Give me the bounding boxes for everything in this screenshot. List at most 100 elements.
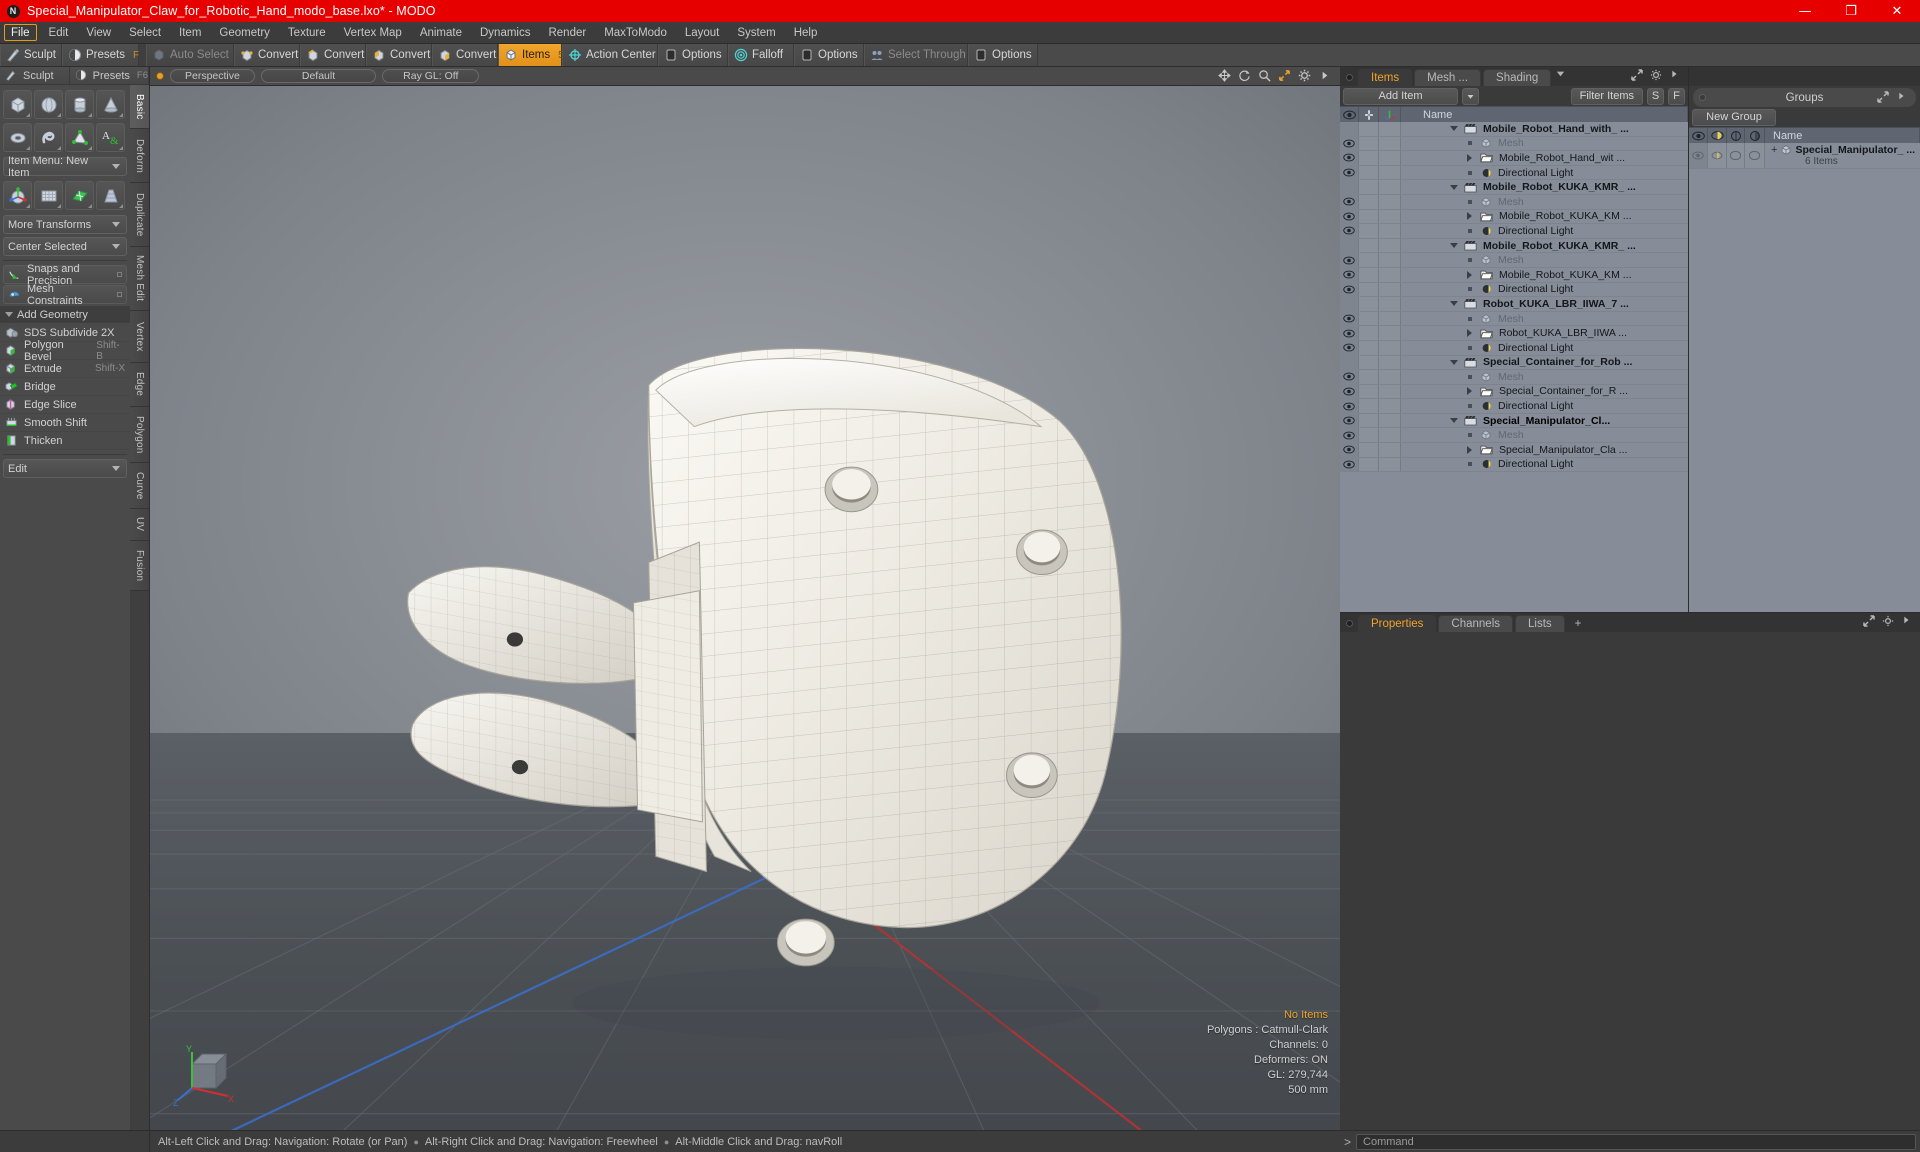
- expand-icon[interactable]: [1863, 615, 1877, 629]
- toolbar-auto-select[interactable]: Auto Select: [146, 44, 234, 66]
- toolbar-items[interactable]: Items 5: [498, 44, 564, 66]
- toolbar-options-3[interactable]: Options: [968, 44, 1038, 66]
- menu-layout[interactable]: Layout: [676, 22, 729, 43]
- add-item-button[interactable]: Add Item: [1343, 87, 1458, 105]
- chevron-right-icon[interactable]: [1669, 69, 1683, 83]
- row-axis-cell[interactable]: [1379, 194, 1401, 209]
- menu-animate[interactable]: Animate: [411, 22, 471, 43]
- menu-render[interactable]: Render: [539, 22, 595, 43]
- row-lock-cell[interactable]: [1359, 399, 1379, 413]
- row-axis-cell[interactable]: [1379, 355, 1401, 370]
- viewport-menu-dot[interactable]: [156, 72, 164, 80]
- items-tree-row[interactable]: Directional Light: [1340, 282, 1688, 298]
- row-visibility-eye-icon[interactable]: [1340, 443, 1359, 457]
- menu-system[interactable]: System: [728, 22, 784, 43]
- row-name-cell[interactable]: Directional Light: [1401, 225, 1688, 237]
- row-visibility-eye-icon[interactable]: [1340, 282, 1359, 297]
- row-visibility-eye-icon[interactable]: [1340, 136, 1359, 151]
- row-axis-cell[interactable]: [1379, 209, 1401, 224]
- menu-help[interactable]: Help: [785, 22, 827, 43]
- row-lock-cell[interactable]: [1359, 326, 1379, 340]
- row-visibility-eye-icon[interactable]: [1340, 238, 1359, 253]
- command-input[interactable]: Command: [1356, 1133, 1916, 1150]
- expand-plus-icon[interactable]: +: [1771, 144, 1777, 156]
- items-tree-row[interactable]: Robot_KUKA_LBR_IIWA_7 ...: [1340, 297, 1688, 312]
- row-name-cell[interactable]: Special_Container_for_Rob ...: [1401, 356, 1688, 368]
- row-visibility-eye-icon[interactable]: [1340, 297, 1359, 311]
- menu-texture[interactable]: Texture: [279, 22, 335, 43]
- menu-item[interactable]: Item: [170, 22, 210, 43]
- items-tree-row[interactable]: Mesh: [1340, 428, 1688, 444]
- chevron-right-icon[interactable]: [1465, 387, 1474, 396]
- row-name-cell[interactable]: Mobile_Robot_KUKA_KMR_ ...: [1401, 240, 1688, 252]
- row-axis-cell[interactable]: [1379, 443, 1401, 457]
- row-name-cell[interactable]: Directional Light: [1401, 458, 1688, 470]
- vtab-uv[interactable]: UV: [130, 509, 149, 541]
- row-axis-cell[interactable]: [1379, 122, 1401, 136]
- row-name-cell[interactable]: Mesh: [1401, 137, 1688, 149]
- chevron-down-icon[interactable]: [1449, 184, 1458, 190]
- row-lock-cell[interactable]: [1359, 355, 1379, 370]
- row-name-cell[interactable]: Mobile_Robot_Hand_wit ...: [1401, 152, 1688, 164]
- grid-array-icon[interactable]: [34, 181, 63, 210]
- row-lock-cell[interactable]: [1359, 370, 1379, 384]
- col-visibility[interactable]: [1340, 107, 1359, 122]
- spiral-primitive-icon[interactable]: [34, 123, 63, 152]
- row-axis-cell[interactable]: [1379, 151, 1401, 165]
- items-tree-row[interactable]: Mobile_Robot_KUKA_KM ...: [1340, 209, 1688, 225]
- row-lock-cell[interactable]: [1359, 136, 1379, 151]
- chevron-right-icon[interactable]: [1465, 270, 1474, 279]
- row-axis-cell[interactable]: [1379, 370, 1401, 384]
- expand-icon[interactable]: [1631, 69, 1645, 83]
- row-visibility-eye-icon[interactable]: [1340, 370, 1359, 384]
- tool-smooth-shift[interactable]: Smooth Shift: [0, 414, 130, 432]
- viewport-view-mode[interactable]: Perspective: [170, 69, 255, 83]
- row-visibility-eye-icon[interactable]: [1340, 384, 1359, 399]
- row-lock-cell[interactable]: [1359, 267, 1379, 282]
- chevron-right-icon[interactable]: [1896, 91, 1910, 105]
- items-tree-row[interactable]: Mobile_Robot_KUKA_KMR_ ...: [1340, 238, 1688, 254]
- left-presets-tab[interactable]: Presets F6: [69, 67, 149, 84]
- row-lock-cell[interactable]: [1359, 209, 1379, 224]
- mesh-constraints-options-square[interactable]: [117, 292, 122, 297]
- row-lock-cell[interactable]: [1359, 384, 1379, 399]
- chevron-right-icon[interactable]: [1901, 615, 1915, 629]
- transform-gizmo-icon[interactable]: [3, 181, 32, 210]
- chevron-right-icon[interactable]: [1465, 445, 1474, 454]
- gear-icon[interactable]: [1298, 69, 1312, 83]
- chevron-down-icon[interactable]: [1449, 126, 1458, 132]
- row-axis-cell[interactable]: [1379, 399, 1401, 413]
- toolbar-action-center[interactable]: Action Center: [562, 44, 658, 66]
- vtab-mesh-edit[interactable]: Mesh Edit: [130, 247, 149, 311]
- col-shaded[interactable]: [1745, 128, 1765, 143]
- vtab-deform[interactable]: Deform: [130, 129, 149, 183]
- items-tree-row[interactable]: Directional Light: [1340, 457, 1688, 473]
- toolbar-options-1[interactable]: Options: [658, 44, 728, 66]
- row-name-cell[interactable]: Mesh: [1401, 371, 1688, 383]
- expand-icon[interactable]: [1877, 90, 1891, 105]
- row-name-cell[interactable]: Directional Light: [1401, 283, 1688, 295]
- row-visibility-eye-icon[interactable]: [1340, 224, 1359, 238]
- col-axis[interactable]: [1379, 107, 1401, 122]
- snaps-options-square[interactable]: [117, 272, 122, 277]
- menu-view[interactable]: View: [77, 22, 120, 43]
- items-tree-row[interactable]: Mobile_Robot_KUKA_KMR_ ...: [1340, 180, 1688, 195]
- items-tree-row[interactable]: Mesh: [1340, 253, 1688, 268]
- menu-edit[interactable]: Edit: [40, 22, 78, 43]
- row-name-cell[interactable]: Special_Container_for_R ...: [1401, 385, 1688, 397]
- row-visibility-eye-icon[interactable]: [1340, 413, 1359, 428]
- col-lock[interactable]: [1359, 107, 1379, 122]
- tab-shading[interactable]: Shading: [1483, 69, 1552, 86]
- items-tree-row[interactable]: Mobile_Robot_KUKA_KM ...: [1340, 267, 1688, 283]
- chevron-down-icon[interactable]: [1555, 68, 1569, 82]
- row-axis-cell[interactable]: [1379, 297, 1401, 311]
- items-tree[interactable]: Mobile_Robot_Hand_with_ ... Mesh Mobile_Ro…: [1340, 122, 1688, 612]
- viewport-3d[interactable]: No Items Polygons : Catmull-Clark Channe…: [150, 86, 1340, 1130]
- row-name-cell[interactable]: Mobile_Robot_KUKA_KMR_ ...: [1401, 181, 1688, 193]
- checker-shear-icon[interactable]: [65, 181, 94, 210]
- chevron-down-icon[interactable]: [1449, 418, 1458, 424]
- sphere-primitive-icon[interactable]: [34, 90, 63, 119]
- row-visibility-eye-icon[interactable]: [1340, 194, 1359, 209]
- viewport-shading-mode[interactable]: Default: [260, 69, 377, 83]
- axis-gizmo[interactable]: Y X Z: [172, 1044, 236, 1108]
